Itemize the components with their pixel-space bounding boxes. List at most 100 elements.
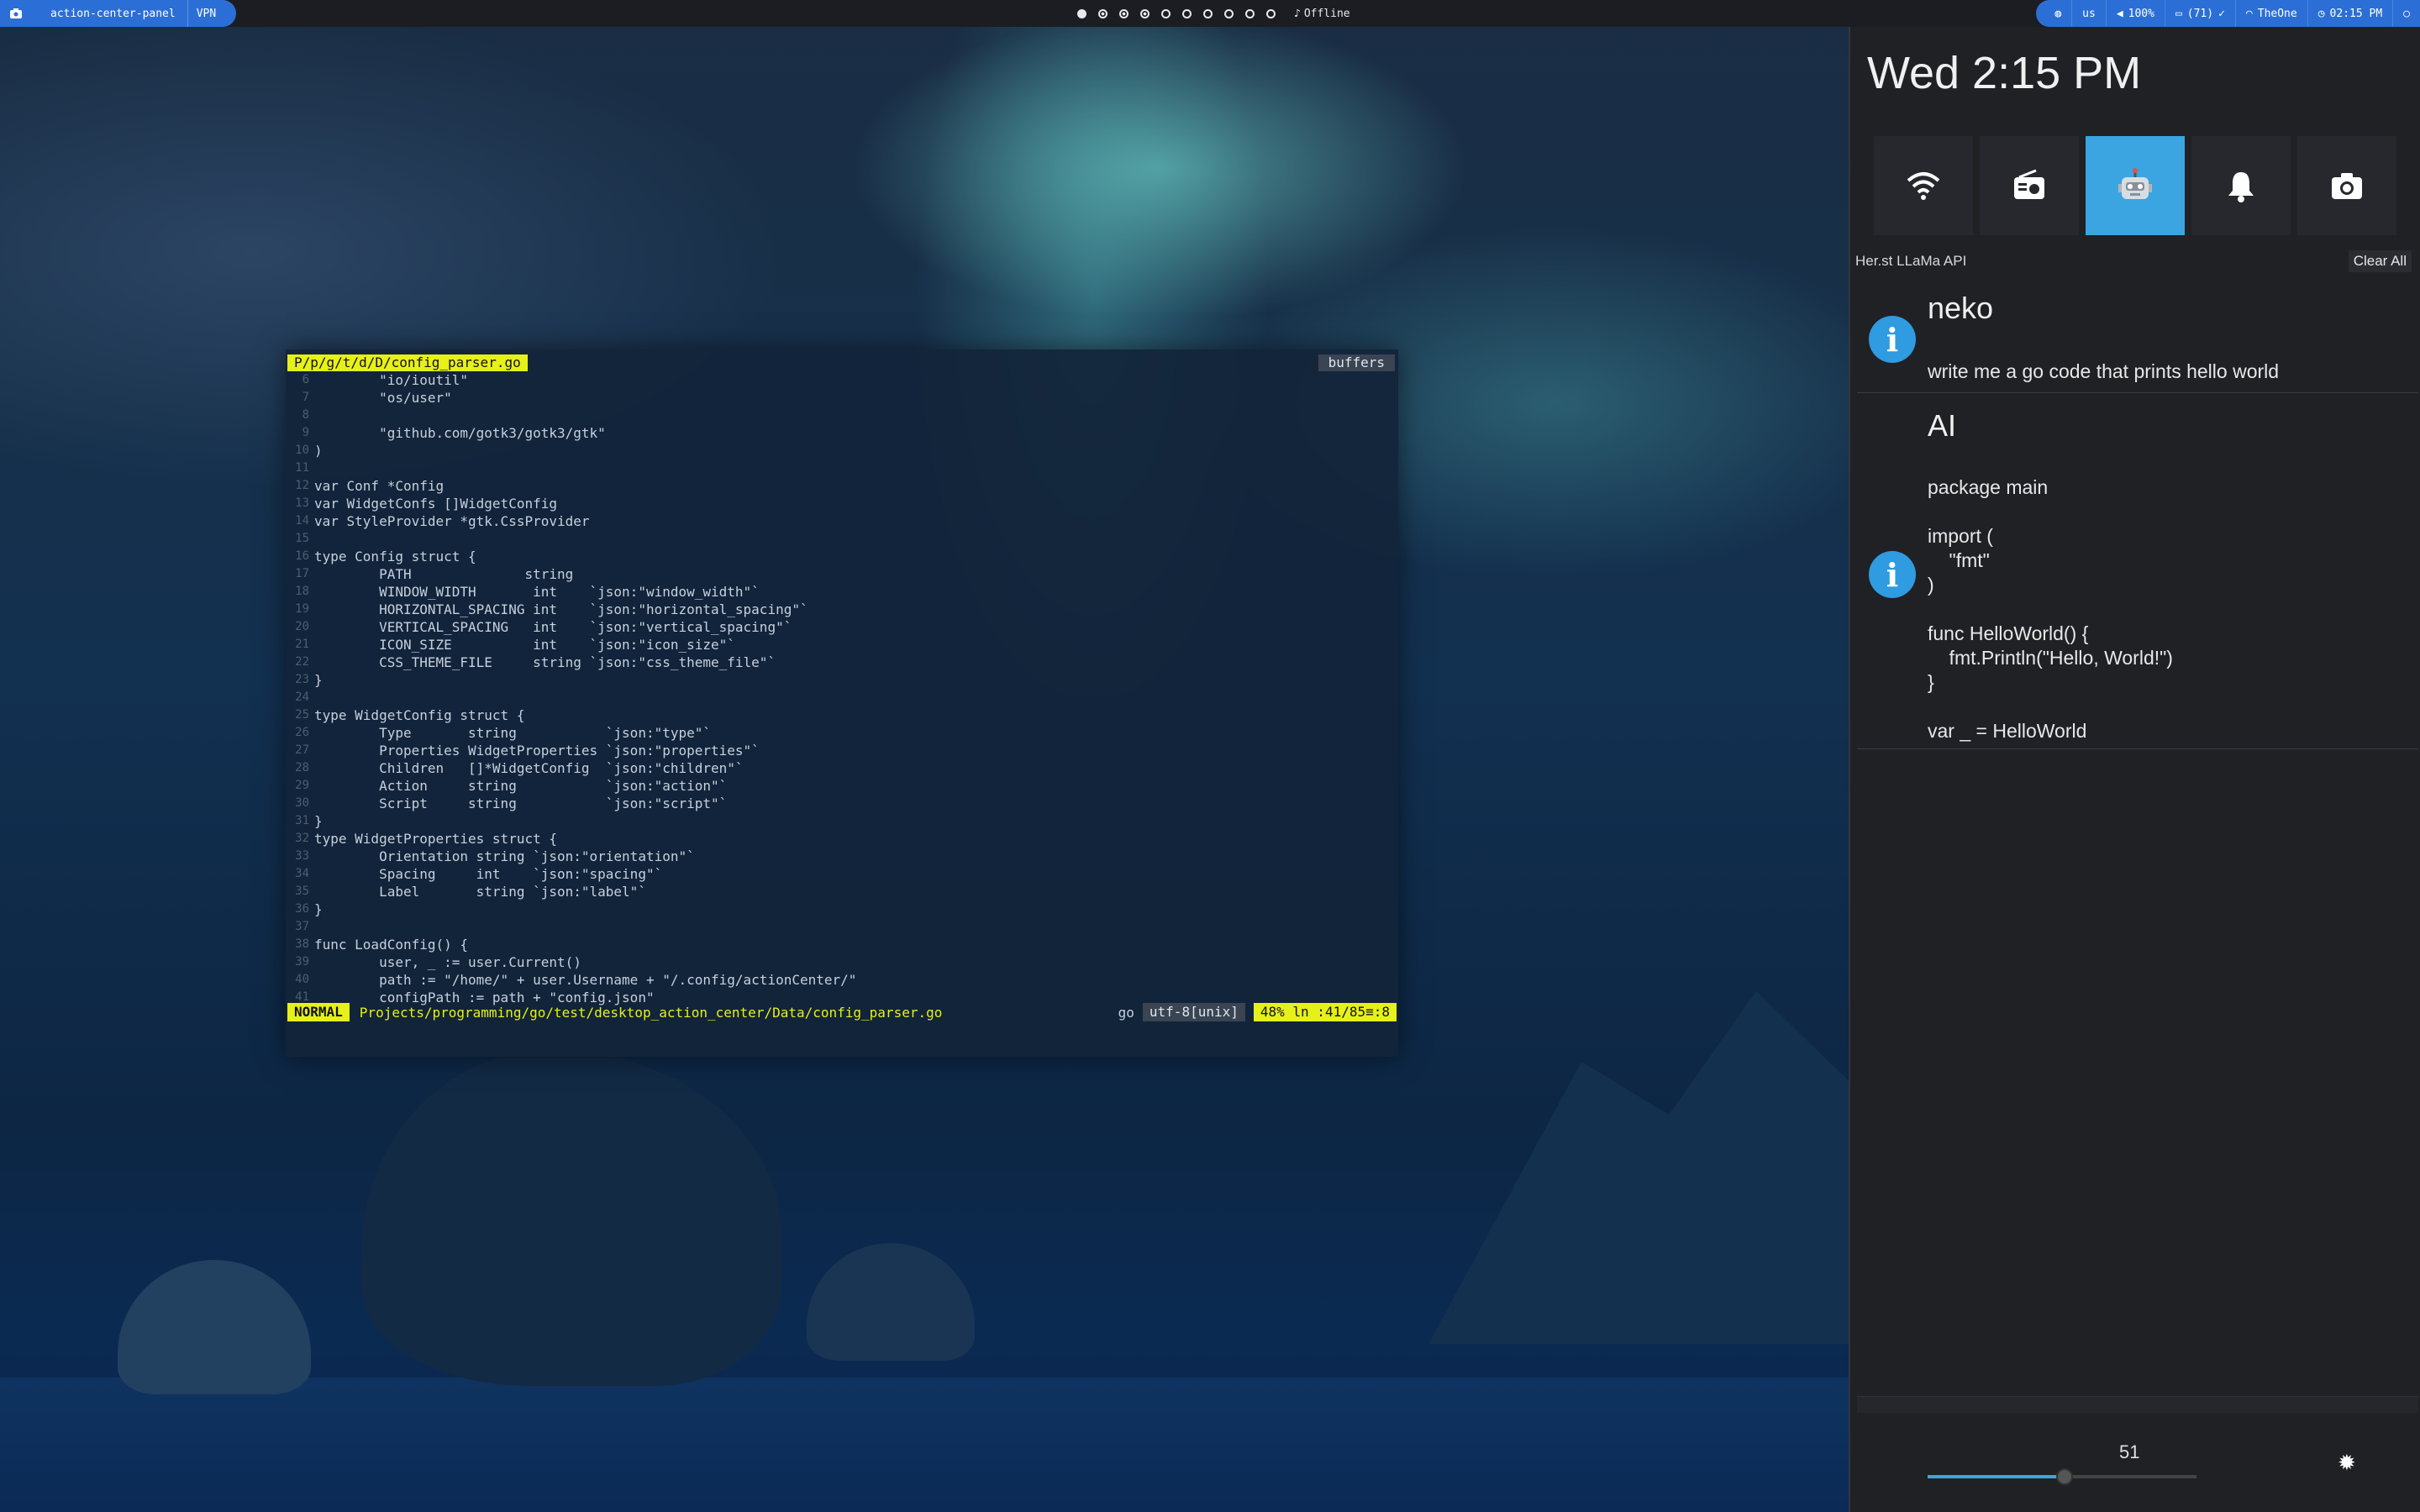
code-line[interactable]: 7 "os/user" (286, 389, 1398, 407)
line-text: Type string `json:"type"` (314, 725, 712, 741)
workspace-indicator[interactable] (1197, 0, 1218, 27)
line-number: 21 (295, 638, 309, 651)
editor-buffers-label[interactable]: buffers (1318, 354, 1395, 371)
filetype: go (1118, 1004, 1134, 1021)
code-line[interactable]: 28 Children []*WidgetConfig `json:"child… (286, 759, 1398, 777)
code-line[interactable]: 26 Type string `json:"type"` (286, 724, 1398, 742)
code-line[interactable]: 8 (286, 407, 1398, 424)
code-line[interactable]: 40 path := "/home/" + user.Username + "/… (286, 971, 1398, 989)
camera-icon (2332, 173, 2362, 199)
topbar-left-module: action-center-panel VPN (0, 0, 237, 27)
code-line[interactable]: 38 func LoadConfig() { (286, 936, 1398, 953)
workspace-indicator[interactable] (1218, 0, 1239, 27)
workspace-indicator[interactable] (1092, 0, 1113, 27)
code-line[interactable]: 6 "io/ioutil" (286, 371, 1398, 389)
code-line[interactable]: 18 WINDOW_WIDTH int `json:"window_width"… (286, 583, 1398, 601)
workspace-indicator[interactable] (1239, 0, 1260, 27)
power-button[interactable]: ○ (2392, 0, 2420, 27)
line-number: 14 (295, 514, 309, 528)
line-text: type WidgetProperties struct { (314, 831, 557, 847)
code-line[interactable]: 29 Action string `json:"action"` (286, 777, 1398, 795)
notifications-toggle[interactable] (2191, 136, 2291, 235)
wifi-toggle[interactable] (1874, 136, 1973, 235)
workspace-indicator[interactable] (1260, 0, 1281, 27)
wallpaper-water (0, 1378, 1849, 1512)
workspace-indicator[interactable] (1155, 0, 1176, 27)
code-line[interactable]: 19 HORIZONTAL_SPACING int `json:"horizon… (286, 601, 1398, 618)
code-line[interactable]: 21 ICON_SIZE int `json:"icon_size"` (286, 636, 1398, 654)
code-line[interactable]: 20 VERTICAL_SPACING int `json:"vertical_… (286, 618, 1398, 636)
line-text: type Config struct { (314, 549, 476, 564)
ai-assistant-toggle[interactable] (2086, 136, 2185, 235)
code-line[interactable]: 24 (286, 689, 1398, 706)
notification-item[interactable]: i AI package main import ( "fmt" ) func … (1857, 395, 2418, 749)
code-line[interactable]: 10) (286, 442, 1398, 459)
top-bar: action-center-panel VPN ♪ Offline ◍ us ◀… (0, 0, 2420, 27)
keyboard-layout[interactable]: us (2071, 0, 2106, 27)
workspace-indicator[interactable] (1071, 0, 1092, 27)
screenshot-toggle[interactable] (2297, 136, 2396, 235)
notification-item[interactable]: i neko write me a go code that prints he… (1857, 279, 2418, 393)
screenshot-icon[interactable] (0, 0, 32, 27)
code-line[interactable]: 37 (286, 918, 1398, 936)
code-line[interactable]: 39 user, _ := user.Current() (286, 953, 1398, 971)
workspace-indicator[interactable] (1176, 0, 1197, 27)
workspace-indicator[interactable] (1134, 0, 1155, 27)
line-text: Script string `json:"script"` (314, 795, 728, 811)
clock-icon: ◷ (2317, 7, 2325, 20)
settings-gear-icon[interactable]: ✹ (2338, 1450, 2356, 1476)
code-line[interactable]: 15 (286, 530, 1398, 548)
line-number: 33 (295, 849, 309, 863)
wallpaper-rock (361, 1050, 781, 1386)
line-text: func LoadConfig() { (314, 937, 469, 953)
line-number: 29 (295, 779, 309, 792)
notification-body: write me a go code that prints hello wor… (1928, 360, 2280, 382)
line-number: 17 (295, 567, 309, 580)
line-number: 28 (295, 761, 309, 774)
battery-status[interactable]: ▭ (71) ✓ (2164, 0, 2235, 27)
code-line[interactable]: 25 type WidgetConfig struct { (286, 706, 1398, 724)
code-line[interactable]: 30 Script string `json:"script"` (286, 795, 1398, 812)
line-number: 32 (295, 832, 309, 845)
code-line[interactable]: 9 "github.com/gotk3/gotk3/gtk" (286, 424, 1398, 442)
radio-toggle[interactable] (1980, 136, 2079, 235)
code-line[interactable]: 36} (286, 900, 1398, 918)
code-line[interactable]: 14 var StyleProvider *gtk.CssProvider (286, 512, 1398, 530)
notification-header: Her.st LLaMa API Clear All (1850, 249, 2418, 274)
code-line[interactable]: 34 Spacing int `json:"spacing"` (286, 865, 1398, 883)
active-window-title: action-center-panel (50, 7, 176, 20)
code-line[interactable]: 23} (286, 671, 1398, 689)
code-line[interactable]: 11 (286, 459, 1398, 477)
code-line[interactable]: 17 PATH string (286, 565, 1398, 583)
code-line[interactable]: 31} (286, 812, 1398, 830)
volume-slider[interactable] (1928, 1468, 2196, 1485)
code-line[interactable]: 16 type Config struct { (286, 548, 1398, 565)
line-number: 37 (295, 920, 309, 933)
code-line[interactable]: 32 type WidgetProperties struct { (286, 830, 1398, 848)
code-line[interactable]: 12 var Conf *Config (286, 477, 1398, 495)
volume-slider-handle[interactable] (2056, 1468, 2074, 1485)
info-icon: i (1869, 551, 1916, 598)
code-line[interactable]: 35 Label string `json:"label"` (286, 883, 1398, 900)
workspace-indicator[interactable] (1113, 0, 1134, 27)
wallpaper-iceberg (807, 1243, 975, 1361)
radio-icon (2014, 169, 2044, 199)
code-area[interactable]: 6 "io/ioutil" 7 "os/user" 8 9 "github.com/g… (286, 371, 1398, 1006)
notification-toggle[interactable]: ◍ (2044, 0, 2071, 27)
terminal-editor-window[interactable]: P/p/g/t/d/D/config_parser.go buffers 6 "… (286, 349, 1398, 1057)
clock-status[interactable]: ◷ 02:15 PM (2307, 0, 2392, 27)
code-line[interactable]: 27 Properties WidgetProperties `json:"pr… (286, 742, 1398, 759)
code-line[interactable]: 33 Orientation string `json:"orientation… (286, 848, 1398, 865)
media-status[interactable]: ♪ Offline (1294, 0, 1350, 27)
clock-label: 02:15 PM (2329, 7, 2383, 20)
vpn-button[interactable]: VPN (187, 0, 225, 27)
editor-tab-current-file[interactable]: P/p/g/t/d/D/config_parser.go (287, 354, 528, 371)
line-number: 40 (295, 973, 309, 986)
vim-mode: NORMAL (287, 1003, 350, 1021)
code-line[interactable]: 22 CSS_THEME_FILE string `json:"css_them… (286, 654, 1398, 671)
network-status[interactable]: ◠ TheOne (2234, 0, 2307, 27)
line-number: 22 (295, 655, 309, 669)
clear-all-button[interactable]: Clear All (2348, 250, 2412, 272)
code-line[interactable]: 13 var WidgetConfs []WidgetConfig (286, 495, 1398, 512)
volume-status[interactable]: ◀ 100% (2105, 0, 2165, 27)
